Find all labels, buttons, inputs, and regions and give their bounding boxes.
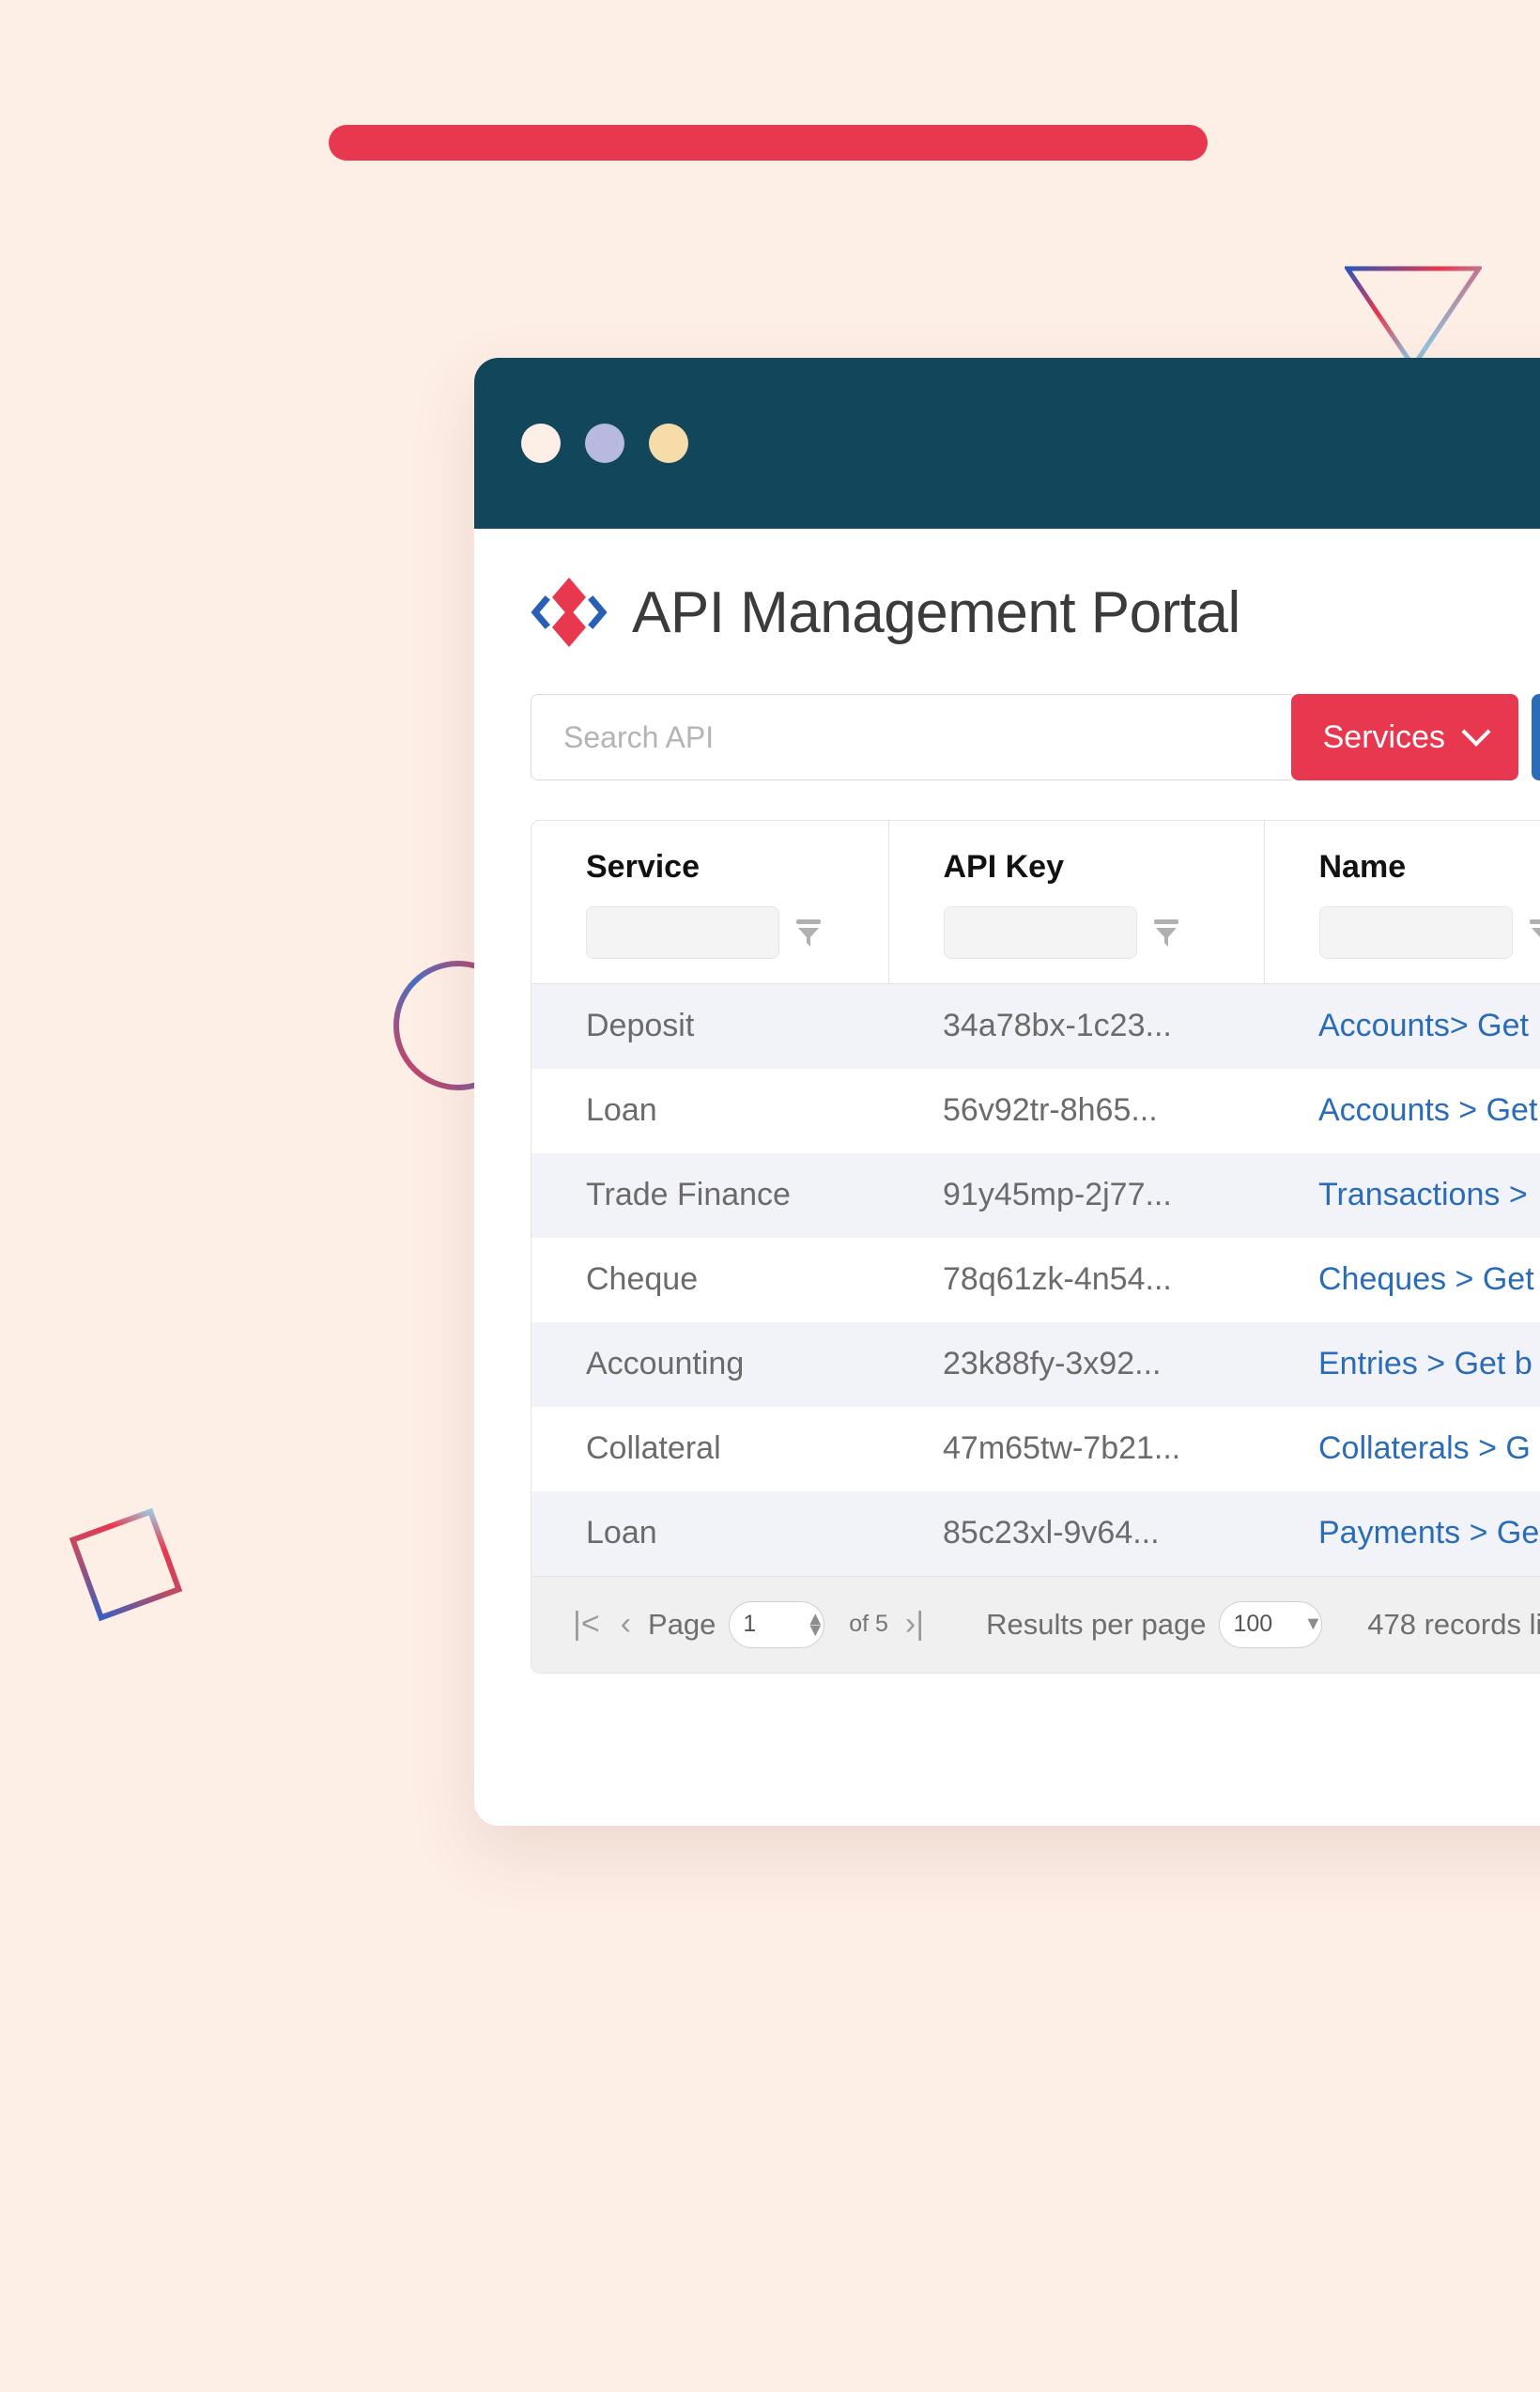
cell-service: Collateral bbox=[586, 1430, 721, 1466]
window-titlebar bbox=[474, 358, 1540, 529]
cell-api-key: 34a78bx-1c23... bbox=[943, 1008, 1172, 1044]
previous-page-icon[interactable]: ‹ bbox=[617, 1606, 635, 1643]
table-row[interactable]: Trade Finance 91y45mp-2j77... Transactions… bbox=[531, 1152, 1540, 1238]
funnel-icon[interactable] bbox=[794, 917, 823, 949]
chevron-down-icon bbox=[1461, 717, 1491, 747]
results-per-page-label: Results per page bbox=[986, 1607, 1207, 1641]
decorative-red-bar bbox=[329, 125, 1208, 161]
column-filter-api-key bbox=[943, 906, 1264, 959]
column-label-service: Service bbox=[586, 849, 700, 885]
decorative-gradient-square-icon bbox=[69, 1507, 183, 1622]
pagination-total-pages: of 5 bbox=[849, 1611, 888, 1637]
services-dropdown-label: Services bbox=[1322, 718, 1445, 755]
page-title: API Management Portal bbox=[632, 579, 1240, 645]
column-header-api-key: API Key bbox=[888, 821, 1265, 984]
first-page-icon[interactable]: |< bbox=[569, 1606, 604, 1643]
table-row[interactable]: Deposit 34a78bx-1c23... Accounts> Get bbox=[531, 983, 1540, 1069]
table-head: Service API Key Name bbox=[531, 821, 1540, 984]
cell-api-key: 23k88fy-3x92... bbox=[943, 1346, 1162, 1381]
column-filter-name bbox=[1318, 906, 1540, 959]
table-header-row: Service API Key Name bbox=[531, 821, 1540, 984]
filter-input-api-key[interactable] bbox=[943, 906, 1137, 959]
filter-input-service[interactable] bbox=[586, 906, 779, 959]
table-row[interactable]: Loan 85c23xl-9v64... Payments > Ge bbox=[531, 1490, 1540, 1576]
records-count-text: 478 records lis bbox=[1367, 1607, 1540, 1641]
cell-api-key: 78q61zk-4n54... bbox=[943, 1261, 1172, 1297]
column-filter-service bbox=[586, 906, 888, 959]
api-table-container: Service API Key Name Deposit 34a78bx-1c2… bbox=[531, 820, 1540, 1674]
app-header: API Management Portal bbox=[531, 529, 1540, 660]
api-table: Service API Key Name Deposit 34a78bx-1c2… bbox=[531, 821, 1540, 1576]
cell-name-link[interactable]: Cheques > Get bbox=[1264, 1238, 1540, 1322]
decorative-gradient-triangle-icon bbox=[1345, 266, 1482, 370]
services-dropdown-button[interactable]: Services bbox=[1290, 694, 1518, 780]
cell-service: Cheque bbox=[586, 1261, 699, 1297]
window-close-dot[interactable] bbox=[521, 424, 561, 463]
table-row[interactable]: Loan 56v92tr-8h65... Accounts > Get bbox=[531, 1068, 1540, 1153]
api-portal-diamond-logo-icon bbox=[531, 578, 608, 647]
window-minimize-dot[interactable] bbox=[585, 424, 624, 463]
cell-service: Loan bbox=[586, 1515, 657, 1551]
browser-window: API Management Portal Services bbox=[474, 358, 1540, 1826]
cell-name-link[interactable]: Payments > Ge bbox=[1264, 1491, 1540, 1576]
cell-api-key: 91y45mp-2j77... bbox=[943, 1177, 1172, 1212]
filter-input-name[interactable] bbox=[1318, 906, 1513, 959]
pagination-bar: |< ‹ Page ▲▼ of 5 ›| Results per page ▼ … bbox=[531, 1575, 1540, 1673]
chevron-down-icon[interactable]: ▼ bbox=[1303, 1613, 1322, 1635]
cell-service: Trade Finance bbox=[586, 1177, 791, 1212]
column-header-service: Service bbox=[531, 821, 889, 984]
table-body: Deposit 34a78bx-1c23... Accounts> Get Loan 5… bbox=[531, 983, 1540, 1576]
pagination-page-label: Page bbox=[648, 1607, 716, 1641]
next-page-icon[interactable]: ›| bbox=[901, 1606, 928, 1643]
table-row[interactable]: Collateral 47m65tw-7b21... Collaterals > G bbox=[531, 1406, 1540, 1491]
table-row[interactable]: Cheque 78q61zk-4n54... Cheques > Get bbox=[531, 1237, 1540, 1322]
cell-service: Accounting bbox=[586, 1346, 745, 1381]
column-header-name: Name bbox=[1264, 821, 1540, 984]
page-number-stepper[interactable]: ▲ ▼ bbox=[806, 1610, 824, 1640]
funnel-icon[interactable] bbox=[1528, 917, 1540, 949]
cell-name-link[interactable]: Accounts> Get bbox=[1264, 984, 1540, 1069]
cell-name-link[interactable]: Accounts > Get bbox=[1264, 1069, 1540, 1153]
cell-name-link[interactable]: Entries > Get b bbox=[1264, 1322, 1540, 1407]
funnel-icon[interactable] bbox=[1152, 917, 1180, 949]
cell-api-key: 47m65tw-7b21... bbox=[943, 1430, 1181, 1466]
window-maximize-dot[interactable] bbox=[649, 424, 688, 463]
app-content: API Management Portal Services bbox=[474, 529, 1540, 1826]
search-submit-button[interactable] bbox=[1532, 694, 1540, 780]
cell-api-key: 85c23xl-9v64... bbox=[943, 1515, 1160, 1551]
column-label-api-key: API Key bbox=[943, 849, 1065, 885]
table-row[interactable]: Accounting 23k88fy-3x92... Entries > Get b bbox=[531, 1321, 1540, 1407]
cell-service: Deposit bbox=[586, 1008, 695, 1044]
cell-service: Loan bbox=[586, 1092, 657, 1128]
cell-name-link[interactable]: Transactions > bbox=[1264, 1153, 1540, 1238]
search-input[interactable] bbox=[531, 694, 1291, 780]
column-label-name: Name bbox=[1318, 849, 1407, 885]
cell-api-key: 56v92tr-8h65... bbox=[943, 1092, 1158, 1128]
search-bar: Services bbox=[531, 694, 1540, 780]
cell-name-link[interactable]: Collaterals > G bbox=[1264, 1407, 1540, 1491]
